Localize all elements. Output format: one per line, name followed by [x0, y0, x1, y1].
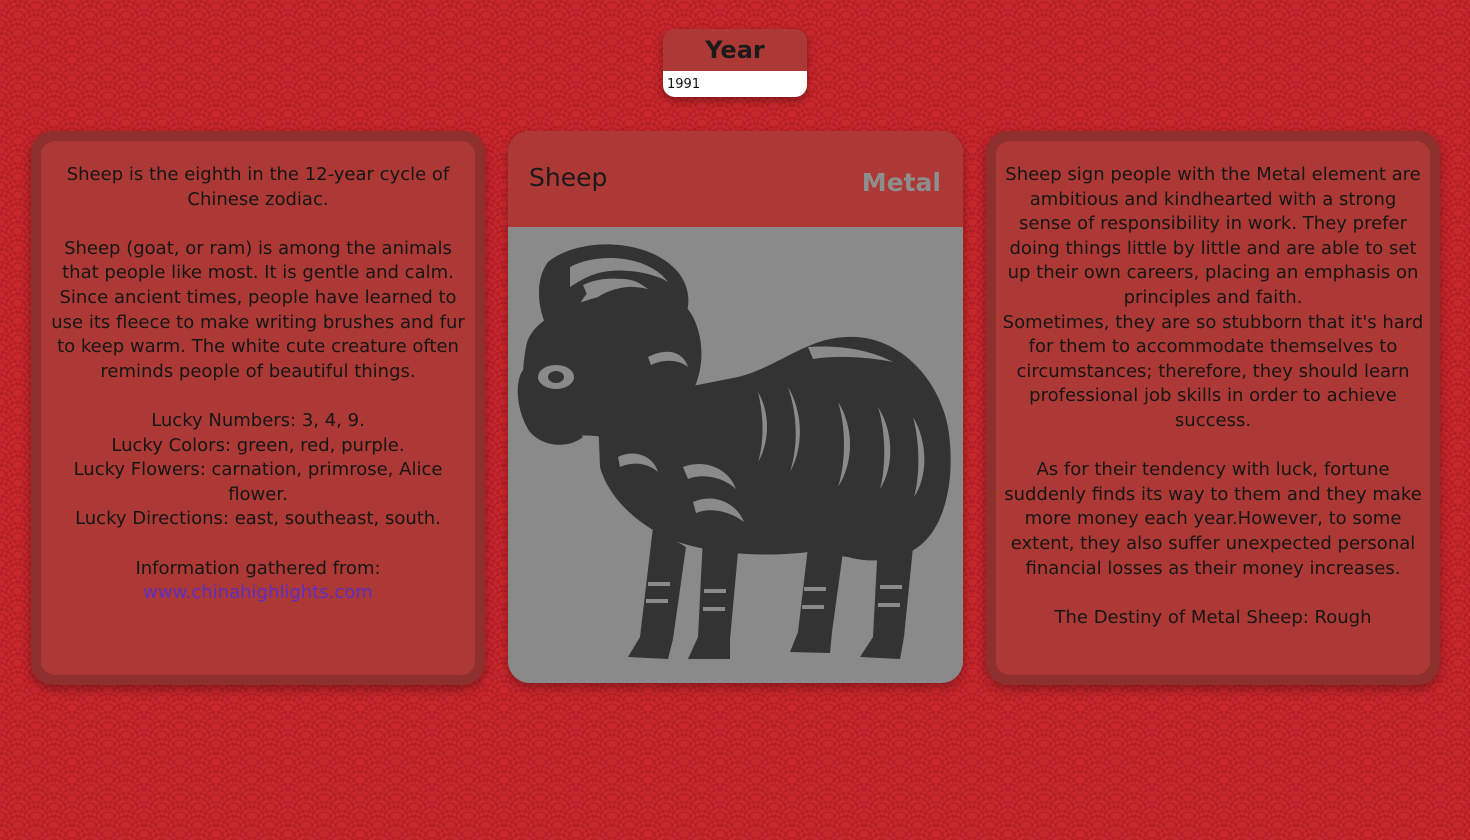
zodiac-animal-card: Sheep Metal [508, 131, 963, 683]
source-link[interactable]: www.chinahighlights.com [143, 582, 373, 603]
destiny-text: The Destiny of Metal Sheep: Rough [1054, 606, 1372, 628]
year-selector: Year [663, 29, 807, 97]
source-label: Information gathered from: [135, 557, 381, 579]
sheep-papercut-icon [508, 227, 963, 683]
zodiac-info-content: Sheep is the eighth in the 12-year cycle… [41, 141, 475, 675]
lucky-directions: Lucky Directions: east, southeast, south… [75, 508, 441, 530]
year-label: Year [663, 29, 807, 71]
lucky-colors: Lucky Colors: green, red, purple. [111, 434, 405, 456]
animal-header: Sheep Metal [508, 131, 963, 227]
element-info-card: Sheep sign people with the Metal element… [986, 131, 1440, 685]
zodiac-description: Sheep (goat, or ram) is among the animal… [51, 237, 465, 382]
personality-text: Sheep sign people with the Metal element… [1005, 164, 1421, 308]
element-name: Metal [861, 168, 941, 197]
element-info-content: Sheep sign people with the Metal element… [996, 141, 1430, 675]
zodiac-intro: Sheep is the eighth in the 12-year cycle… [66, 164, 450, 210]
animal-name: Sheep [529, 163, 608, 192]
year-input[interactable] [663, 71, 807, 97]
luck-text: As for their tendency with luck, fortune… [1004, 459, 1422, 579]
lucky-numbers: Lucky Numbers: 3, 4, 9. [151, 409, 365, 431]
weakness-text: Sometimes, they are so stubborn that it'… [1002, 311, 1424, 431]
lucky-flowers: Lucky Flowers: carnation, primrose, Alic… [73, 459, 443, 505]
zodiac-info-card: Sheep is the eighth in the 12-year cycle… [31, 131, 485, 685]
